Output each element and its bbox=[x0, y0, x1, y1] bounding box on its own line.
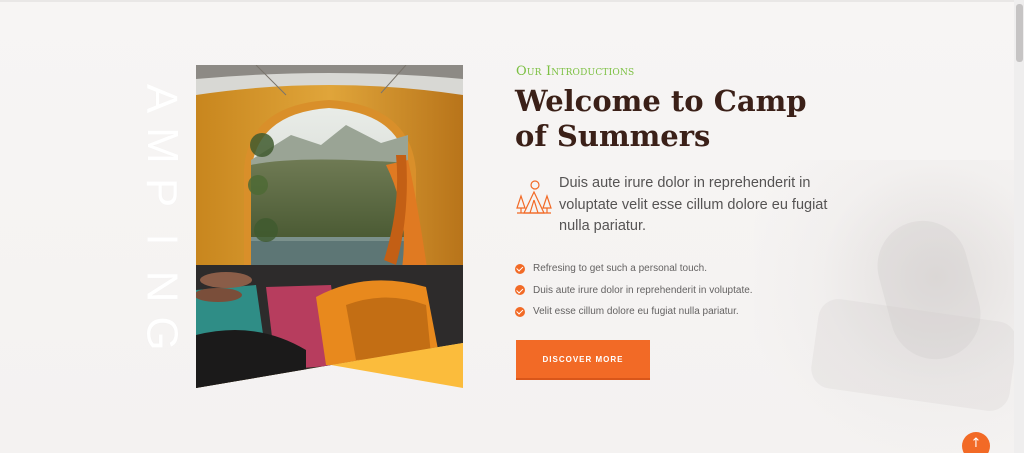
check-circle-icon bbox=[515, 306, 525, 317]
section-eyebrow: Our Introductions bbox=[516, 64, 635, 79]
list-item: Velit esse cillum dolore eu fugiat nulla… bbox=[515, 301, 753, 323]
top-divider bbox=[0, 0, 1024, 2]
list-item-text: Refresing to get such a personal touch. bbox=[533, 263, 707, 275]
scrollbar-thumb[interactable] bbox=[1016, 4, 1023, 62]
list-item: Refresing to get such a personal touch. bbox=[515, 258, 753, 280]
lead-paragraph: Duis aute irure dolor in reprehenderit i… bbox=[559, 175, 828, 234]
back-to-top-button[interactable]: ↑ bbox=[962, 432, 990, 453]
watermark-letter: I bbox=[137, 233, 187, 246]
camp-tent-trees-icon bbox=[515, 178, 553, 216]
title-line-2: of Summers bbox=[515, 119, 711, 153]
section-title: Welcome to Camp of Summers bbox=[515, 84, 845, 154]
list-item: Duis aute irure dolor in reprehenderit i… bbox=[515, 280, 753, 302]
watermark-letter: M bbox=[137, 127, 187, 164]
watermark-letter: N bbox=[137, 270, 187, 303]
page-scrollbar[interactable] bbox=[1014, 0, 1024, 453]
watermark-letter: P bbox=[137, 177, 187, 208]
watermark-letter: G bbox=[137, 316, 187, 351]
check-circle-icon bbox=[515, 263, 525, 274]
watermark-letter: A bbox=[137, 83, 187, 114]
discover-more-button[interactable]: DISCOVER MORE bbox=[516, 340, 650, 378]
feature-checklist: Refresing to get such a personal touch. … bbox=[515, 258, 753, 323]
vertical-watermark-word: A M P I N G bbox=[137, 75, 187, 365]
list-item-text: Duis aute irure dolor in reprehenderit i… bbox=[533, 284, 753, 296]
arrow-up-icon: ↑ bbox=[970, 436, 982, 451]
check-circle-icon bbox=[515, 285, 525, 296]
list-item-text: Velit esse cillum dolore eu fugiat nulla… bbox=[533, 306, 739, 318]
tent-lake-view-photo bbox=[196, 65, 463, 388]
page: A M P I N G Our Introductions Welcome to… bbox=[0, 0, 1024, 453]
title-line-1: Welcome to Camp bbox=[515, 84, 807, 118]
